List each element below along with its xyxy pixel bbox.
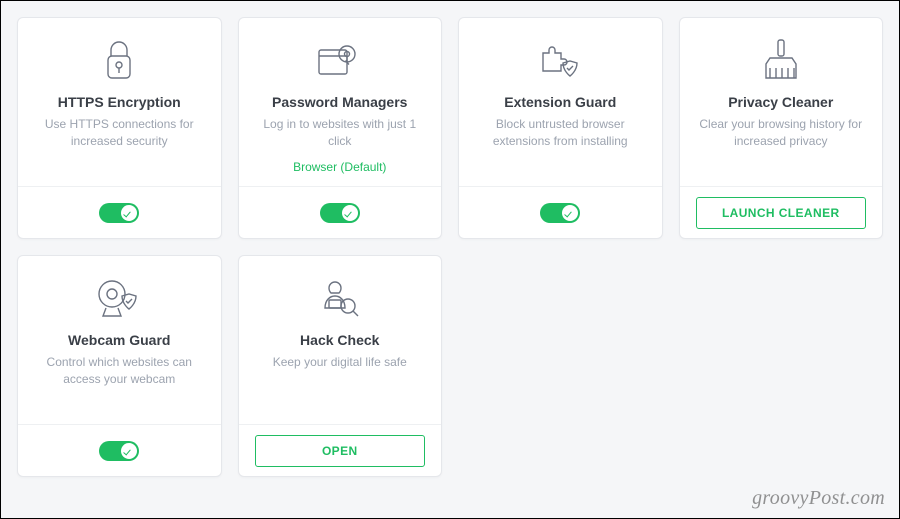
card-webcam-guard: Webcam Guard Control which websites can … [17, 255, 222, 477]
card-footer [18, 424, 221, 476]
card-privacy-cleaner: Privacy Cleaner Clear your browsing hist… [679, 17, 884, 239]
extension-icon [535, 36, 585, 86]
card-extra-label: Browser (Default) [293, 160, 386, 174]
card-title: Hack Check [300, 332, 379, 348]
cleaner-icon [760, 36, 802, 86]
card-footer [459, 186, 662, 238]
card-body: Hack Check Keep your digital life safe [239, 256, 442, 424]
launch-cleaner-button[interactable]: LAUNCH CLEANER [696, 197, 866, 229]
card-body: Privacy Cleaner Clear your browsing hist… [680, 18, 883, 186]
card-desc: Log in to websites with just 1 click [253, 116, 428, 150]
toggle-password-managers[interactable] [320, 203, 360, 223]
card-body: Extension Guard Block untrusted browser … [459, 18, 662, 186]
card-desc: Block untrusted browser extensions from … [473, 116, 648, 150]
feature-grid: HTTPS Encryption Use HTTPS connections f… [1, 1, 899, 493]
card-title: Password Managers [272, 94, 407, 110]
toggle-https-encryption[interactable] [99, 203, 139, 223]
card-body: Password Managers Log in to websites wit… [239, 18, 442, 186]
card-title: HTTPS Encryption [58, 94, 181, 110]
card-desc: Clear your browsing history for increase… [694, 116, 869, 150]
card-https-encryption: HTTPS Encryption Use HTTPS connections f… [17, 17, 222, 239]
card-footer [18, 186, 221, 238]
card-desc: Keep your digital life safe [269, 354, 411, 371]
card-footer: OPEN [239, 424, 442, 476]
password-icon [315, 36, 365, 86]
card-desc: Use HTTPS connections for increased secu… [32, 116, 207, 150]
card-footer [239, 186, 442, 238]
card-title: Extension Guard [504, 94, 616, 110]
card-footer: LAUNCH CLEANER [680, 186, 883, 238]
card-title: Privacy Cleaner [728, 94, 833, 110]
lock-icon [99, 36, 139, 86]
card-hack-check: Hack Check Keep your digital life safe O… [238, 255, 443, 477]
hack-icon [315, 274, 365, 324]
card-body: Webcam Guard Control which websites can … [18, 256, 221, 424]
webcam-icon [94, 274, 144, 324]
card-title: Webcam Guard [68, 332, 170, 348]
card-password-managers: Password Managers Log in to websites wit… [238, 17, 443, 239]
toggle-webcam-guard[interactable] [99, 441, 139, 461]
card-extension-guard: Extension Guard Block untrusted browser … [458, 17, 663, 239]
card-body: HTTPS Encryption Use HTTPS connections f… [18, 18, 221, 186]
open-button[interactable]: OPEN [255, 435, 425, 467]
card-desc: Control which websites can access your w… [32, 354, 207, 388]
toggle-extension-guard[interactable] [540, 203, 580, 223]
